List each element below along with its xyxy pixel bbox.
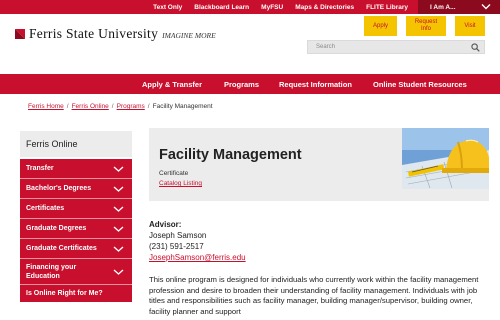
- i-am-a-dropdown[interactable]: I Am A...: [418, 0, 500, 14]
- nav-request-information[interactable]: Request Information: [279, 80, 352, 89]
- advisor-heading: Advisor:: [149, 220, 182, 229]
- utility-link-maps[interactable]: Maps & Directories: [289, 4, 360, 11]
- chevron-down-icon[interactable]: [113, 246, 124, 252]
- sidebar: Ferris Online Transfer Bachelor's Degree…: [20, 131, 132, 320]
- advisor-email-link[interactable]: JosephSamson@ferris.edu: [149, 253, 246, 262]
- university-tagline: IMAGINE MORE: [162, 31, 216, 40]
- nav-apply-transfer[interactable]: Apply & Transfer: [142, 80, 202, 89]
- sidebar-item-certificates[interactable]: Certificates: [20, 198, 132, 218]
- advisor-name: Joseph Samson: [149, 231, 207, 240]
- breadcrumb-ferris-online[interactable]: Ferris Online: [72, 103, 109, 110]
- apply-button[interactable]: Apply: [364, 16, 397, 36]
- visit-button[interactable]: Visit: [455, 16, 485, 36]
- breadcrumb-home[interactable]: Ferris Home: [28, 103, 64, 110]
- sidebar-item-graduate-degrees[interactable]: Graduate Degrees: [20, 218, 132, 238]
- breadcrumb-separator: /: [111, 103, 114, 110]
- utility-link-myfsu[interactable]: MyFSU: [255, 4, 289, 11]
- nav-programs[interactable]: Programs: [224, 80, 259, 89]
- chevron-down-icon[interactable]: [113, 166, 124, 172]
- university-name: Ferris State University: [29, 26, 159, 41]
- chevron-down-icon[interactable]: [113, 186, 124, 192]
- university-logo[interactable]: Ferris State University IMAGINE MORE: [14, 26, 216, 42]
- utility-link-text-only[interactable]: Text Only: [147, 4, 188, 11]
- sidebar-item-financing[interactable]: Financing your Education: [20, 258, 132, 284]
- chevron-down-icon[interactable]: [113, 226, 124, 232]
- program-type: Certificate: [159, 170, 189, 177]
- advisor-info: Advisor: Joseph Samson (231) 591-2517 Jo…: [149, 219, 246, 263]
- sidebar-item-label: Bachelor's Degrees: [26, 185, 92, 192]
- catalog-listing-link[interactable]: Catalog Listing: [159, 180, 202, 187]
- breadcrumb-separator: /: [66, 103, 69, 110]
- search-input[interactable]: Search: [307, 40, 485, 54]
- search-placeholder: Search: [316, 44, 336, 50]
- utility-bar: Text Only Blackboard Learn MyFSU Maps & …: [0, 0, 500, 14]
- sidebar-item-graduate-certificates[interactable]: Graduate Certificates: [20, 238, 132, 258]
- sidebar-menu: Transfer Bachelor's Degrees Certificates…: [20, 159, 132, 302]
- advisor-phone: (231) 591-2517: [149, 242, 204, 251]
- sidebar-item-is-online-right[interactable]: Is Online Right for Me?: [20, 284, 132, 302]
- breadcrumb-separator: /: [147, 103, 150, 110]
- sidebar-item-label: Financing your Education: [26, 263, 77, 280]
- program-description: This online program is designed for indi…: [149, 275, 479, 316]
- sidebar-item-label: Graduate Degrees: [26, 225, 87, 232]
- utility-links: Text Only Blackboard Learn MyFSU Maps & …: [147, 0, 414, 14]
- hard-hat-blueprint-image: [402, 128, 489, 189]
- main-nav: Apply & Transfer Programs Request Inform…: [0, 74, 500, 94]
- sidebar-item-label: Is Online Right for Me?: [26, 290, 103, 297]
- breadcrumb-programs[interactable]: Programs: [117, 103, 145, 110]
- chevron-down-icon[interactable]: [113, 206, 124, 212]
- sidebar-title: Ferris Online: [20, 131, 132, 157]
- utility-link-blackboard[interactable]: Blackboard Learn: [188, 4, 255, 11]
- breadcrumb: Ferris Home / Ferris Online / Programs / Facil…: [28, 103, 213, 110]
- sidebar-item-label: Certificates: [26, 205, 65, 212]
- nav-online-student-resources[interactable]: Online Student Resources: [373, 80, 467, 89]
- breadcrumb-current: Facility Management: [152, 103, 213, 110]
- chevron-down-icon[interactable]: [113, 269, 124, 275]
- sidebar-item-transfer[interactable]: Transfer: [20, 159, 132, 178]
- i-am-a-label: I Am A...: [430, 3, 456, 11]
- page-title: Facility Management: [159, 147, 302, 163]
- program-header: Facility Management Certificate Catalog …: [149, 128, 489, 201]
- request-info-button[interactable]: Request Info: [406, 16, 446, 36]
- search-icon[interactable]: [471, 43, 480, 52]
- sidebar-item-label: Graduate Certificates: [26, 245, 97, 252]
- torch-icon: [15, 29, 25, 39]
- utility-link-flite-library[interactable]: FLITE Library: [360, 4, 414, 11]
- sidebar-item-label: Transfer: [26, 165, 54, 172]
- chevron-down-icon: [481, 4, 491, 10]
- request-info-label: Request Info: [414, 19, 438, 32]
- sidebar-item-bachelors-degrees[interactable]: Bachelor's Degrees: [20, 178, 132, 198]
